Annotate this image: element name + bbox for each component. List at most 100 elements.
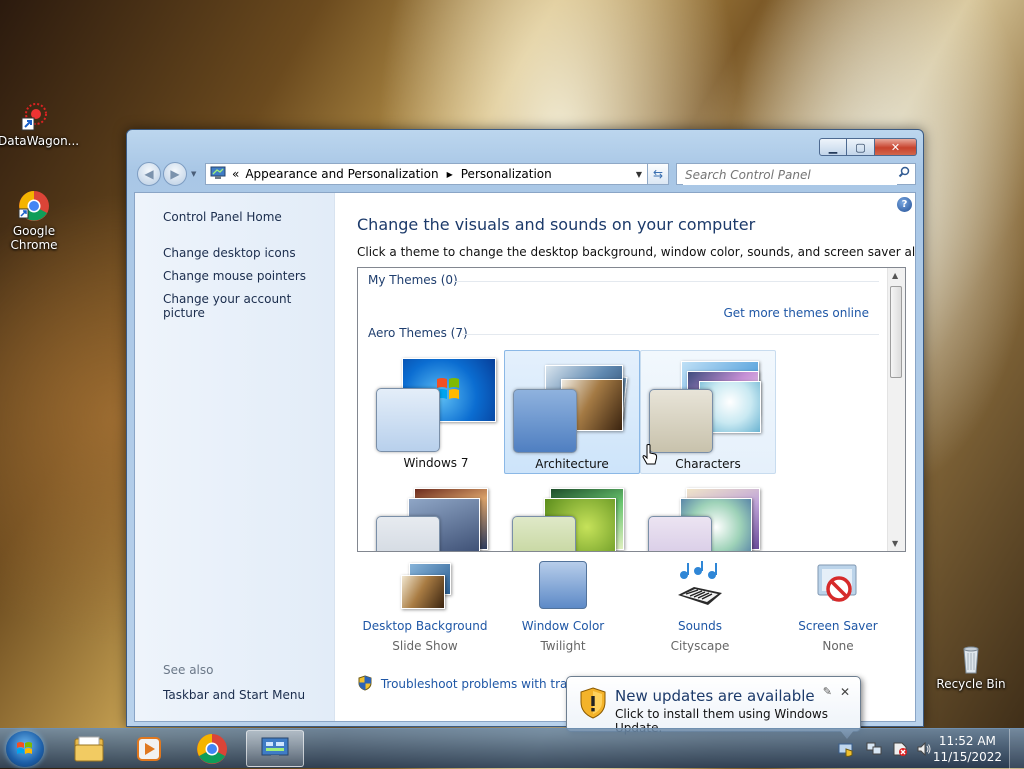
screen-saver-setting[interactable]: Screen Saver None xyxy=(768,561,908,653)
navigation-bar: ◀ ▶ ▼ « Appearance and Personalization ▶… xyxy=(135,160,916,188)
personalization-window: ▁ ▢ ✕ ◀ ▶ ▼ « Appearance and Personaliza… xyxy=(126,129,924,727)
breadcrumb-item-appearance[interactable]: Appearance and Personalization xyxy=(245,167,438,181)
quick-label: Screen Saver xyxy=(798,619,878,633)
desktop-icon-recycle-bin[interactable]: Recycle Bin xyxy=(933,643,1009,691)
clock-time: 11:52 AM xyxy=(938,734,996,748)
left-task-pane: Control Panel Home Change desktop icons … xyxy=(135,193,335,721)
theme-scenes[interactable] xyxy=(640,478,776,551)
window-color-swatch xyxy=(376,516,440,551)
theme-architecture[interactable]: Architecture xyxy=(504,350,640,474)
scrollbar-thumb[interactable] xyxy=(890,286,902,378)
change-account-picture-link[interactable]: Change your account picture xyxy=(163,292,334,320)
search-icon[interactable] xyxy=(898,166,910,181)
desktop-icon-google-chrome[interactable]: Google Chrome xyxy=(0,190,72,252)
aero-themes-heading: Aero Themes (7) xyxy=(368,326,468,340)
notification-close-icon[interactable]: ✕ xyxy=(840,685,850,699)
windows-logo-icon xyxy=(17,742,32,754)
uac-shield-icon xyxy=(357,675,373,694)
quick-sub: Cityscape xyxy=(670,639,730,653)
see-also-heading: See also xyxy=(163,663,214,677)
clock-date: 11/15/2022 xyxy=(932,750,1002,764)
close-icon: ✕ xyxy=(890,140,901,154)
search-input[interactable] xyxy=(683,165,897,185)
theme-label: Windows 7 xyxy=(403,456,469,470)
theme-characters[interactable]: Characters xyxy=(640,350,776,474)
main-content: ? Change the visuals and sounds on your … xyxy=(357,193,915,721)
screen-saver-icon xyxy=(812,561,864,613)
folder-icon xyxy=(74,736,104,761)
troubleshoot-transparency-link[interactable]: Troubleshoot problems with transpa xyxy=(357,675,596,694)
desktop-icon-label: Recycle Bin xyxy=(936,677,1006,691)
sounds-setting[interactable]: Sounds Cityscape xyxy=(630,561,770,653)
breadcrumb-separator-icon[interactable]: ▶ xyxy=(439,170,461,179)
quick-label: Desktop Background xyxy=(362,619,488,633)
window-color-setting[interactable]: Window Color Twilight xyxy=(493,561,633,653)
forward-button[interactable]: ▶ xyxy=(163,162,187,186)
quick-sub: Twilight xyxy=(540,639,586,653)
theme-landscapes[interactable] xyxy=(368,478,504,551)
desktop-icon-datawagon[interactable]: DataWagon... xyxy=(0,100,79,148)
minimize-button[interactable]: ▁ xyxy=(819,138,847,156)
breadcrumb-item-personalization[interactable]: Personalization xyxy=(461,167,552,181)
windows-update-tray-icon[interactable] xyxy=(838,741,854,757)
group-divider xyxy=(462,334,879,335)
window-color-swatch xyxy=(376,388,440,452)
control-panel-home-link[interactable]: Control Panel Home xyxy=(163,210,282,224)
notification-options-icon[interactable]: ✎ xyxy=(823,685,832,698)
address-bar[interactable]: « Appearance and Personalization ▶ Perso… xyxy=(205,163,669,185)
warning-shield-icon xyxy=(579,687,607,722)
window-color-icon xyxy=(537,561,589,613)
refresh-button[interactable]: ⇆ xyxy=(647,163,669,185)
recycle-bin-icon xyxy=(955,643,987,675)
media-player-icon xyxy=(137,736,161,761)
datawagon-icon xyxy=(20,100,52,132)
network-tray-icon[interactable] xyxy=(866,741,882,757)
change-mouse-pointers-link[interactable]: Change mouse pointers xyxy=(163,269,306,283)
taskbar-clock[interactable]: 11:52 AM 11/15/2022 xyxy=(933,733,1002,765)
scroll-up-icon[interactable]: ▲ xyxy=(892,271,898,280)
get-more-themes-link[interactable]: Get more themes online xyxy=(723,306,869,320)
taskbar-start-menu-link[interactable]: Taskbar and Start Menu xyxy=(163,688,305,702)
windows-update-notification[interactable]: New updates are available Click to insta… xyxy=(566,676,861,739)
minimize-icon: ▁ xyxy=(828,140,838,154)
search-box[interactable] xyxy=(676,163,916,185)
taskbar: 11:52 AM 11/15/2022 xyxy=(0,728,1024,769)
window-color-swatch xyxy=(512,516,576,551)
change-desktop-icons-link[interactable]: Change desktop icons xyxy=(163,246,296,260)
theme-list[interactable]: My Themes (0) Get more themes online Aer… xyxy=(357,267,906,552)
quick-sub: None xyxy=(822,639,854,653)
taskbar-media-player-button[interactable] xyxy=(120,730,178,767)
close-button[interactable]: ✕ xyxy=(875,138,917,156)
notification-title: New updates are available xyxy=(615,687,815,705)
show-desktop-button[interactable] xyxy=(1009,729,1024,769)
window-client-area: Control Panel Home Change desktop icons … xyxy=(134,192,916,722)
scroll-down-icon[interactable]: ▼ xyxy=(892,539,898,548)
help-icon[interactable]: ? xyxy=(897,197,912,212)
maximize-button[interactable]: ▢ xyxy=(847,138,875,156)
quick-label: Sounds xyxy=(677,619,723,633)
theme-nature[interactable] xyxy=(504,478,640,551)
desktop-background-setting[interactable]: Desktop Background Slide Show xyxy=(355,561,495,653)
taskbar-explorer-button[interactable] xyxy=(60,730,118,767)
chrome-icon xyxy=(197,733,227,764)
theme-list-scrollbar[interactable]: ▲ ▼ xyxy=(887,268,905,551)
volume-tray-icon[interactable] xyxy=(916,741,932,757)
window-controls: ▁ ▢ ✕ xyxy=(819,138,917,156)
history-dropdown[interactable]: ▼ xyxy=(191,170,196,178)
taskbar-chrome-button[interactable] xyxy=(183,730,241,767)
address-dropdown-icon[interactable]: ▼ xyxy=(636,170,642,179)
hand-cursor-icon xyxy=(642,444,658,469)
refresh-icon: ⇆ xyxy=(652,167,664,181)
taskbar-control-panel-button[interactable] xyxy=(246,730,304,767)
page-title: Change the visuals and sounds on your co… xyxy=(357,215,756,234)
breadcrumb-root[interactable]: « xyxy=(226,167,245,181)
action-center-tray-icon[interactable] xyxy=(892,741,908,757)
window-color-swatch xyxy=(649,389,713,453)
window-color-swatch xyxy=(648,516,712,551)
troubleshoot-label: Troubleshoot problems with transpa xyxy=(380,677,597,691)
back-button[interactable]: ◀ xyxy=(137,162,161,186)
start-button[interactable] xyxy=(6,731,44,767)
control-panel-icon xyxy=(210,166,226,183)
theme-windows-7[interactable]: Windows 7 xyxy=(368,350,504,474)
theme-label: Characters xyxy=(675,457,741,471)
